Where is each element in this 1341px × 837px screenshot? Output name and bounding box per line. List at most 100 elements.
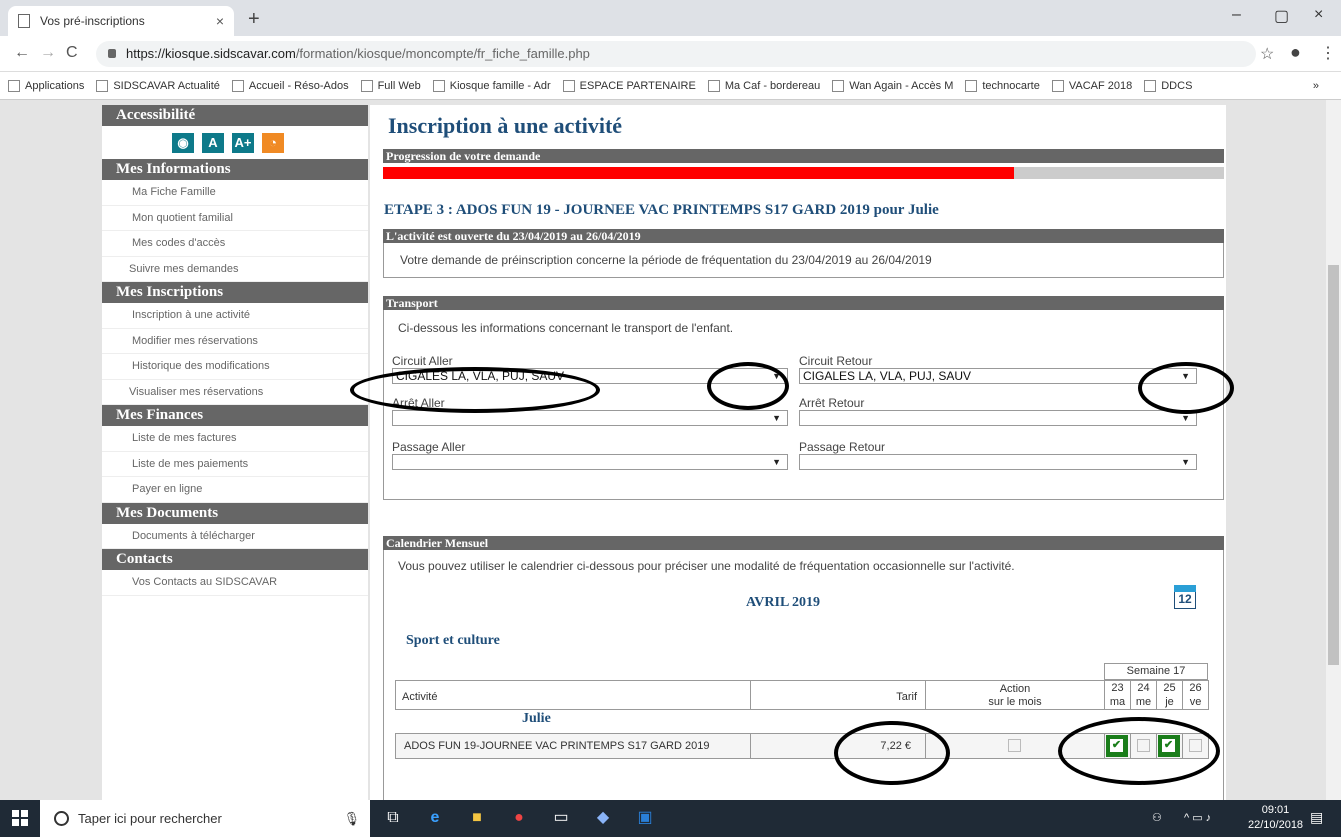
chrome-icon[interactable]: ● xyxy=(508,807,530,829)
day-number: 26 xyxy=(1189,682,1202,694)
eye-icon[interactable]: ◉ xyxy=(172,132,194,153)
circuit-retour-select[interactable]: CIGALES LA, VLA, PUJ, SAUV ▼ xyxy=(799,368,1197,384)
sidebar-item[interactable]: Suivre mes demandes xyxy=(102,257,368,282)
bookmark-item[interactable]: Applications xyxy=(8,79,84,92)
annotation-ellipse xyxy=(1138,362,1234,414)
bookmark-item[interactable]: technocarte xyxy=(965,79,1040,92)
clock[interactable]: 09:01 22/10/2018 xyxy=(1248,803,1303,833)
sidebar-section-header: Mes Informations xyxy=(102,159,368,180)
tab-title: Vos pré-inscriptions xyxy=(40,14,145,28)
week-header: Semaine 17 xyxy=(1104,663,1208,680)
sidebar-item[interactable]: Inscription à une activité xyxy=(102,303,368,329)
bookmark-icon xyxy=(965,79,978,92)
file-explorer-icon[interactable]: ■ xyxy=(466,807,488,829)
font-smaller-icon[interactable]: A xyxy=(202,132,224,153)
bookmark-item[interactable]: DDCS xyxy=(1144,79,1192,92)
taskbar-search[interactable]: Taper ici pour rechercher 🎙 xyxy=(40,800,370,837)
sidebar-item[interactable]: Mon quotient familial xyxy=(102,206,368,231)
chevron-down-icon: ▼ xyxy=(772,457,781,467)
window-app-icon[interactable]: ▭ xyxy=(550,807,572,829)
bookmark-item[interactable]: ESPACE PARTENAIRE xyxy=(562,79,696,92)
edge-icon[interactable]: e xyxy=(424,807,446,829)
progress-fill xyxy=(383,167,1014,179)
notifications-icon[interactable]: ▤ xyxy=(1310,809,1323,826)
task-view-icon[interactable]: ⧉ xyxy=(382,807,404,829)
calendar-icon[interactable]: 12 xyxy=(1174,585,1196,609)
sidebar-item[interactable]: Liste de mes paiements xyxy=(102,452,368,477)
bookmarks-more-icon[interactable]: » xyxy=(1313,80,1319,92)
col-action-line1: Action xyxy=(999,683,1031,695)
bookmark-label: Full Web xyxy=(377,79,421,92)
url-field[interactable]: https://kiosque.sidscavar.com/formation/… xyxy=(96,41,1256,67)
bookmark-label: SIDSCAVAR Actualité xyxy=(113,79,220,92)
sidebar-item[interactable]: Visualiser mes réservations xyxy=(102,380,368,405)
windows-start-icon[interactable] xyxy=(12,810,28,826)
sidebar-item[interactable]: Ma Fiche Famille xyxy=(102,180,368,206)
taskbar-search-text: Taper ici pour rechercher xyxy=(78,811,222,826)
people-icon[interactable]: ⚇ xyxy=(1152,811,1162,824)
sidebar-header-accessibilite: Accessibilité xyxy=(102,105,368,126)
bookmark-item[interactable]: Kiosque famille - Adr xyxy=(432,79,551,92)
accessibility-icons: ◉ A A+ ◔ xyxy=(102,126,368,159)
url-path: /formation/kiosque/moncompte/fr_fiche_fa… xyxy=(295,46,590,61)
bookmark-icon xyxy=(231,79,244,92)
microphone-icon[interactable]: 🎙 xyxy=(343,800,360,837)
sidebar-sections: Mes Informations Ma Fiche Famille Mon quot… xyxy=(102,159,368,596)
sidebar-item[interactable]: Mes codes d'accès xyxy=(102,231,368,257)
bookmark-label: ESPACE PARTENAIRE xyxy=(579,79,696,92)
browser-tab[interactable]: Vos pré-inscriptions × xyxy=(8,6,234,36)
circuit-retour-label: Circuit Retour xyxy=(799,354,873,368)
bookmark-item[interactable]: Full Web xyxy=(360,79,421,92)
chevron-down-icon: ▼ xyxy=(772,413,781,423)
new-tab-icon[interactable]: + xyxy=(248,8,260,31)
scrollbar-thumb[interactable] xyxy=(1328,265,1339,665)
bookmark-label: technocarte xyxy=(982,79,1040,92)
sidebar-section-header: Mes Finances xyxy=(102,405,368,426)
bookmark-icon xyxy=(96,79,109,92)
menu-icon[interactable]: ⋮ xyxy=(1320,43,1336,63)
sidebar-item[interactable]: Payer en ligne xyxy=(102,477,368,503)
transport-text: Ci-dessous les informations concernant l… xyxy=(398,321,734,335)
bookmark-star-icon[interactable]: ☆ xyxy=(1260,44,1274,64)
bookmark-item[interactable]: VACAF 2018 xyxy=(1051,79,1132,92)
bookmark-item[interactable]: Wan Again - Accès M xyxy=(832,79,953,92)
open-period-header: L'activité est ouverte du 23/04/2019 au … xyxy=(383,229,1224,243)
font-larger-icon[interactable]: A+ xyxy=(232,132,254,153)
clock-time: 09:01 xyxy=(1261,804,1290,816)
maximize-icon[interactable]: ▢ xyxy=(1274,6,1289,26)
passage-retour-select[interactable]: ▼ xyxy=(799,454,1197,470)
url-host: https://kiosque.sidscavar.com xyxy=(126,46,296,61)
back-icon[interactable]: ← xyxy=(14,44,30,62)
sidebar-item[interactable]: Liste de mes factures xyxy=(102,426,368,452)
sidebar-item[interactable]: Documents à télécharger xyxy=(102,524,368,549)
app-icon[interactable]: ◆ xyxy=(592,807,614,829)
sidebar-item[interactable]: Vos Contacts au SIDSCAVAR xyxy=(102,570,368,596)
minimize-icon[interactable]: – xyxy=(1232,6,1241,24)
account-icon[interactable]: ● xyxy=(1290,42,1301,63)
day-abbr: me xyxy=(1135,696,1152,708)
address-bar-row: ← → C https://kiosque.sidscavar.com/form… xyxy=(0,36,1341,72)
tab-close-icon[interactable]: × xyxy=(216,13,224,29)
bookmark-icon xyxy=(432,79,445,92)
sidebar-item[interactable]: Historique des modifications xyxy=(102,354,368,380)
bookmark-item[interactable]: Accueil - Réso-Ados xyxy=(231,79,349,92)
step-title: ETAPE 3 : ADOS FUN 19 - JOURNEE VAC PRIN… xyxy=(384,202,939,218)
sidebar-item[interactable]: Modifier mes réservations xyxy=(102,329,368,354)
sidebar-section-header: Mes Inscriptions xyxy=(102,282,368,303)
bookmark-icon xyxy=(707,79,720,92)
page-title: Inscription à une activité xyxy=(388,113,623,138)
tray-icons[interactable]: ^ ▭ ♪ xyxy=(1184,811,1211,824)
arret-retour-select[interactable]: ▼ xyxy=(799,410,1197,426)
forward-icon[interactable]: → xyxy=(40,44,56,62)
action-month-checkbox[interactable] xyxy=(1008,739,1021,752)
rss-icon[interactable]: ◔ xyxy=(262,132,284,153)
vertical-scrollbar[interactable] xyxy=(1326,100,1341,800)
passage-aller-select[interactable]: ▼ xyxy=(392,454,788,470)
reload-icon[interactable]: C xyxy=(66,44,78,62)
outlook-icon[interactable]: ▣ xyxy=(634,807,656,829)
transport-header: Transport xyxy=(383,296,1224,310)
circuit-aller-label: Circuit Aller xyxy=(392,354,453,368)
bookmark-item[interactable]: Ma Caf - bordereau xyxy=(707,79,820,92)
window-close-icon[interactable]: × xyxy=(1314,6,1323,24)
bookmark-item[interactable]: SIDSCAVAR Actualité xyxy=(96,79,220,92)
